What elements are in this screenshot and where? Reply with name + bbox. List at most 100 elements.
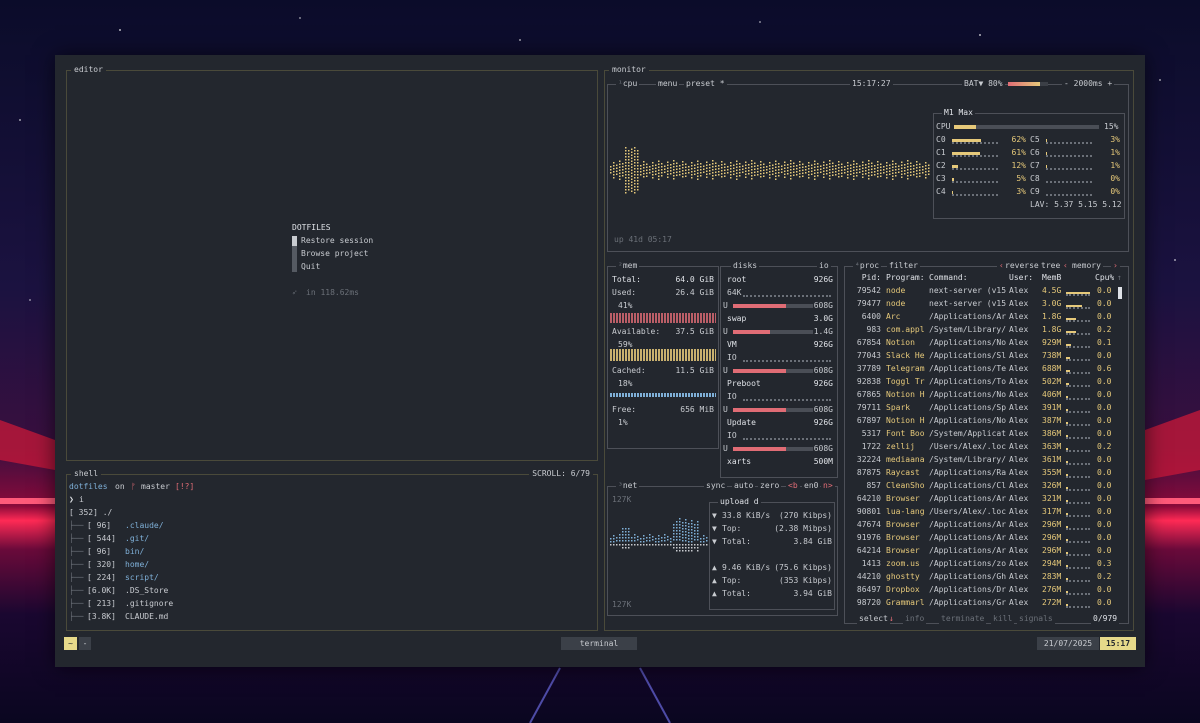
tab-menu[interactable]: menu bbox=[656, 79, 680, 89]
core-pct: 3% bbox=[1110, 135, 1120, 144]
mem-used-graph bbox=[610, 313, 716, 323]
mode-indicator-2[interactable]: - bbox=[79, 637, 91, 650]
menu-browse-project[interactable]: Browse project bbox=[301, 249, 368, 259]
git-branch-icon: ᚠ bbox=[131, 482, 136, 491]
tab-terminal[interactable]: terminal bbox=[561, 637, 637, 650]
process-row[interactable]: 77043 Slack He/Applications/Sl Alex 738M 0.0 bbox=[845, 349, 1128, 362]
process-row[interactable]: 6400 Arc/Applications/Ar Alex 1.8G 0.0 bbox=[845, 310, 1128, 323]
disk-name: swap bbox=[727, 314, 747, 323]
core-label: C8 bbox=[1030, 174, 1040, 183]
core-bar bbox=[952, 152, 998, 157]
tab-io[interactable]: io bbox=[817, 261, 831, 271]
process-row[interactable]: 64214 Browser/Applications/Ar Alex 296M 0.0 bbox=[845, 544, 1128, 557]
tree-entry[interactable]: .DS_Store bbox=[125, 584, 168, 597]
tree-size: [ 224] bbox=[87, 573, 116, 582]
process-row[interactable]: 67897 Notion H/Applications/No Alex 387M 0.0 bbox=[845, 414, 1128, 427]
mem-total-label: Total: bbox=[612, 275, 641, 284]
net-iface: en0 bbox=[802, 481, 821, 491]
shell-command: i bbox=[79, 495, 84, 504]
menu-quit[interactable]: Quit bbox=[301, 262, 320, 272]
core-label: C1 bbox=[936, 148, 946, 157]
mode-indicator-1[interactable]: ~ bbox=[64, 637, 77, 650]
menu-restore-session[interactable]: Restore session bbox=[301, 236, 373, 246]
disk-io: 64K bbox=[727, 288, 742, 297]
process-row[interactable]: 79711 Spark/Applications/Sp Alex 391M 0.0 bbox=[845, 401, 1128, 414]
core-pct: 5% bbox=[1016, 174, 1026, 183]
prompt-branch: master bbox=[141, 482, 170, 491]
net-down-top: (2.38 Mibps) bbox=[774, 524, 832, 533]
net-up-total-label: Total: bbox=[722, 589, 751, 598]
process-row[interactable]: 90801 lua-lang/Users/Alex/.loc Alex 317M 0.0 bbox=[845, 505, 1128, 518]
disk-size: 926G bbox=[813, 340, 833, 349]
core-label: C7 bbox=[1030, 161, 1040, 170]
editor-pane[interactable]: editor DOTFILES Restore session Browse p… bbox=[66, 65, 598, 461]
process-row[interactable]: 67865 Notion H/Applications/No Alex 406M 0.0 bbox=[845, 388, 1128, 401]
core-label: C2 bbox=[936, 161, 946, 170]
proc-tree[interactable]: tree bbox=[1039, 261, 1063, 271]
process-row[interactable]: 1413 zoom.us/Applications/zo Alex 294M 0.3 bbox=[845, 557, 1128, 570]
mem-cached-label: Cached: bbox=[612, 366, 646, 375]
proc-scrollbar[interactable] bbox=[1118, 287, 1122, 299]
tree-entry[interactable]: home/ bbox=[125, 558, 149, 571]
tree-entry[interactable]: CLAUDE.md bbox=[125, 610, 168, 623]
mem-box: ²mem Total: 64.0 GiB Used: 26.4 GiB 41% … bbox=[607, 261, 719, 449]
proc-box: ⁴proc filter ‹ reverse tree ‹ memory › P… bbox=[844, 261, 1129, 624]
process-row[interactable]: 67854 Notion/Applications/No Alex 929M 0.1 bbox=[845, 336, 1128, 349]
status-date: 21/07/2025 bbox=[1037, 637, 1099, 650]
net-auto[interactable]: auto bbox=[732, 481, 756, 491]
tree-entry[interactable]: .gitignore bbox=[125, 597, 173, 610]
process-row[interactable]: 37789 Telegram/Applications/Te Alex 688M 0.6 bbox=[845, 362, 1128, 375]
process-row[interactable]: 5317 Font Boo/System/Applicat Alex 386M 0.0 bbox=[845, 427, 1128, 440]
mem-free-label: Free: bbox=[612, 405, 637, 414]
process-row[interactable]: 87875 Raycast/Applications/Ra Alex 355M 0.0 bbox=[845, 466, 1128, 479]
mem-cached-pct: 18% bbox=[618, 379, 633, 388]
process-row[interactable]: 1722 zellij/Users/Alex/.loc Alex 363M 0.2 bbox=[845, 440, 1128, 453]
load-average: LAV: 5.37 5.15 5.12 bbox=[1030, 200, 1122, 209]
process-row[interactable]: 79542 node next-server (v15 Alex 4.5G 0.0 bbox=[845, 284, 1128, 297]
disk-usage-bar bbox=[733, 369, 813, 373]
disk-size: 926G bbox=[813, 418, 833, 427]
disk-name: root bbox=[727, 275, 747, 284]
process-row[interactable]: 86497 Dropbox/Applications/Dr Alex 276M 0.0 bbox=[845, 583, 1128, 596]
process-row[interactable]: 47674 Browser/Applications/Ar Alex 296M 0.0 bbox=[845, 518, 1128, 531]
core-pct: 61% bbox=[1011, 148, 1026, 157]
proc-count: 0/979 bbox=[1091, 614, 1120, 624]
process-row[interactable]: 857 CleanSho/Applications/Cl Alex 326M 0.0 bbox=[845, 479, 1128, 492]
net-sync[interactable]: sync bbox=[704, 481, 728, 491]
proc-signals[interactable]: signals bbox=[1017, 614, 1055, 624]
core-bar bbox=[952, 178, 998, 183]
proc-sort[interactable]: memory bbox=[1070, 261, 1103, 271]
shell-pane[interactable]: shell SCROLL: 6/79 dotfiles on ᚠ master … bbox=[66, 469, 598, 631]
proc-terminate[interactable]: terminate bbox=[939, 614, 987, 624]
tree-entry[interactable]: .git/ bbox=[125, 532, 149, 545]
process-row[interactable]: 92838 Toggl Tr/Applications/To Alex 502M 0.0 bbox=[845, 375, 1128, 388]
process-row[interactable]: 79477 node next-server (v15 Alex 3.0G 0.0 bbox=[845, 297, 1128, 310]
proc-reverse[interactable]: reverse bbox=[1003, 261, 1041, 271]
net-iface-next[interactable]: n> bbox=[821, 481, 835, 491]
mem-avail: 37.5 GiB bbox=[675, 327, 714, 336]
tree-size: [ 544] bbox=[87, 534, 116, 543]
net-zero[interactable]: zero bbox=[758, 481, 782, 491]
proc-kill[interactable]: kill bbox=[991, 614, 1015, 624]
process-row[interactable]: 983 com.appl/System/Library/Alex 1.8G 0.2 bbox=[845, 323, 1128, 336]
net-up-top-label: Top: bbox=[722, 576, 742, 585]
interval-control[interactable]: - 2000ms + bbox=[1062, 79, 1115, 89]
tree-entry[interactable]: script/ bbox=[125, 571, 159, 584]
scroll-indicator: SCROLL: 6/79 bbox=[529, 469, 593, 479]
process-row[interactable]: 64210 Browser/Applications/Ar Alex 321M 0.0 bbox=[845, 492, 1128, 505]
tree-entry[interactable]: .claude/ bbox=[125, 519, 164, 532]
process-row[interactable]: 32224 mediaana/System/Library/Alex 361M 0.0 bbox=[845, 453, 1128, 466]
disk-io: IO bbox=[727, 392, 737, 401]
proc-info[interactable]: info bbox=[903, 614, 927, 624]
process-row[interactable]: 44210 ghostty/Applications/Gh Alex 283M 0.2 bbox=[845, 570, 1128, 583]
net-iface-prev[interactable]: <b bbox=[786, 481, 800, 491]
core-pct: 0% bbox=[1110, 174, 1120, 183]
proc-filter[interactable]: filter bbox=[887, 261, 920, 271]
process-row[interactable]: 98720 Grammarl/Applications/Gr Alex 272M 0.0 bbox=[845, 596, 1128, 609]
process-row[interactable]: 91976 Browser/Applications/Ar Alex 296M 0.0 bbox=[845, 531, 1128, 544]
tab-preset[interactable]: preset * bbox=[684, 79, 727, 89]
net-up-top: (353 Kibps) bbox=[779, 576, 832, 585]
tab-cpu[interactable]: cpu bbox=[623, 79, 637, 88]
proc-select[interactable]: select bbox=[857, 614, 890, 624]
tree-entry[interactable]: bin/ bbox=[125, 545, 144, 558]
